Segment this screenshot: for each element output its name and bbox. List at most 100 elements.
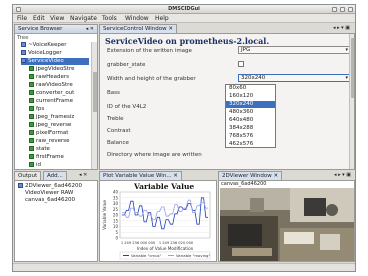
y-tick-label: 30	[113, 201, 119, 206]
dropdown-option[interactable]: 384x288	[226, 125, 275, 132]
y-tick-label: 5	[115, 230, 118, 235]
node-icon	[29, 82, 34, 87]
dropdown-option[interactable]: 768x576	[226, 133, 275, 140]
y-tick-label: 10	[113, 224, 119, 229]
node-icon	[29, 146, 34, 151]
menu-tools[interactable]: Tools	[102, 15, 117, 22]
size-combo[interactable]: 320x240 ▾	[238, 74, 350, 82]
dropdown-option[interactable]: 480x360	[226, 109, 275, 116]
chevron-down-icon: ▾	[345, 75, 348, 81]
output-tree-item[interactable]: VideoViewer RAW	[25, 190, 73, 197]
tab-nav-icons[interactable]: ◂ ▸ ▾ ▣	[333, 25, 350, 31]
menu-navigate[interactable]: Navigate	[70, 15, 97, 22]
close-panel-icon[interactable]: ◂ ✕	[86, 26, 94, 32]
tree-item[interactable]: fps	[29, 106, 44, 113]
output-tree-item[interactable]: canvas_6ad46200	[25, 197, 75, 204]
y-tick-label: 20	[113, 213, 119, 218]
variable-chart: 0510152025303540 1 249 236 000 000 1 249 2…	[102, 190, 210, 260]
prop-treble-label: Treble	[107, 116, 124, 122]
tree-item[interactable]: rawHeaders	[29, 74, 69, 81]
y-tick-label: 15	[113, 218, 119, 223]
dropdown-option[interactable]: 320x240	[226, 101, 275, 108]
tree-item-label: state	[36, 146, 50, 152]
tree-item[interactable]: converter_out	[29, 90, 74, 97]
tree-item-label: ServiceVideo	[28, 58, 64, 64]
tree-item[interactable]: currentFrame	[29, 98, 73, 105]
main-window: DMSCIDGui File Edit View Navigate Tools …	[12, 4, 356, 272]
title-bar: DMSCIDGui	[13, 5, 355, 14]
tree-item[interactable]: jpegVideoStre	[29, 66, 74, 73]
node-icon	[29, 138, 34, 143]
minimize-icon[interactable]	[332, 7, 337, 12]
service-browser-header: Service Browser ◂ ✕	[15, 25, 97, 34]
size-dropdown-list: 80x60 160x120 320x240 480x360 640x480 384x288…	[225, 84, 276, 148]
plot-panel: Variable Value 0 5 10 15 20 25 30 35 40 1 249 236…	[99, 180, 217, 262]
node-icon	[29, 162, 34, 167]
tab-add[interactable]: Add...	[43, 171, 67, 180]
node-icon	[21, 58, 26, 63]
tree-item-label: jpegVideoStre	[36, 66, 75, 72]
legend-label: Variable "moving"	[176, 253, 210, 258]
y-tick-label: 25	[113, 207, 119, 212]
viewer-panel: canvas_6ad46200	[218, 180, 355, 262]
tree-item[interactable]: ServiceVideo	[21, 58, 89, 65]
menu-view[interactable]: View	[50, 15, 64, 22]
extension-combo[interactable]: JPG ▾	[238, 46, 350, 54]
webcam-image	[220, 188, 354, 261]
viewer-subtitle: canvas_6ad46200	[221, 181, 267, 187]
tree-item[interactable]: jpeg_framesiz	[29, 114, 74, 121]
tree-item-label: pixelFormat	[36, 130, 69, 136]
node-icon	[29, 106, 34, 111]
chevron-down-icon: ▾	[345, 47, 348, 53]
tree-item-label: fps	[36, 106, 45, 112]
prop-size-label: Width and height of the grabber	[107, 76, 196, 82]
plot-tab-label: Plot Variable Value Win...	[103, 173, 172, 179]
tree-item[interactable]: VoiceLogger	[21, 50, 62, 57]
menu-window[interactable]: Window	[125, 15, 149, 22]
service-browser-panel: Service Browser ◂ ✕ Tree ~VoiceKeeper Voi…	[14, 24, 98, 170]
y-axis-label: Variable Value	[102, 200, 107, 230]
grabber-state-checkbox[interactable]	[238, 61, 244, 67]
tree-item-label: VoiceLogger	[28, 50, 62, 56]
node-icon	[29, 74, 34, 79]
dropdown-option[interactable]: 80x60	[226, 85, 275, 92]
tab-service-control[interactable]: ServiceControl Window ✕	[99, 24, 178, 33]
tab-plot-variable[interactable]: Plot Variable Value Win... ✕	[99, 171, 182, 180]
tree-item[interactable]: rawVideoStre	[29, 82, 73, 89]
tree-item[interactable]: id	[29, 162, 41, 169]
service-browser-title: Service Browser	[18, 26, 63, 32]
scrollbar-thumb[interactable]	[351, 38, 354, 98]
close-icon[interactable]	[348, 7, 353, 12]
dropdown-option[interactable]: 640x480	[226, 117, 275, 124]
tab-2dviewer[interactable]: 2DViewer Window ✕	[218, 171, 283, 180]
prop-directory-label: Directory where image are written	[107, 152, 202, 158]
y-tick-label: 0	[115, 236, 118, 241]
tree-item[interactable]: firstFrame	[29, 154, 64, 161]
menu-file[interactable]: File	[17, 15, 27, 22]
size-combo-value: 320x240	[241, 75, 266, 81]
maximize-icon[interactable]	[340, 7, 345, 12]
tab-output[interactable]: Output	[14, 171, 42, 180]
menu-help[interactable]: Help	[155, 15, 169, 22]
dropdown-option[interactable]: 462x576	[226, 141, 275, 148]
viewer-nav-icons[interactable]: ◂ ▸ ▾ ▣	[334, 172, 351, 178]
tree-scrollbar[interactable]	[91, 42, 97, 169]
tree-item-label: id	[36, 162, 42, 168]
control-scrollbar[interactable]	[349, 34, 354, 169]
tree-item[interactable]: raw_reverse	[29, 138, 70, 145]
dropdown-option[interactable]: 160x120	[226, 93, 275, 100]
tree-item[interactable]: ~VoiceKeeper	[21, 42, 66, 49]
node-icon	[29, 122, 34, 127]
prop-balance-label: Balance	[107, 140, 129, 146]
node-icon	[29, 130, 34, 135]
tree-item[interactable]: jpeg_reverse	[29, 122, 71, 129]
tree-item[interactable]: state	[29, 146, 50, 153]
viewer-icon	[18, 183, 23, 188]
scrollbar-thumb[interactable]	[93, 72, 97, 112]
menu-edit[interactable]: Edit	[33, 15, 45, 22]
tree-item[interactable]: pixelFormat	[29, 130, 68, 137]
tree-item-label: rawHeaders	[36, 74, 70, 80]
node-icon	[29, 66, 34, 71]
output-panel-icons[interactable]: ◂ ✕	[79, 172, 87, 178]
output-tree-item[interactable]: 2DViewer_6ad46200	[18, 183, 82, 190]
